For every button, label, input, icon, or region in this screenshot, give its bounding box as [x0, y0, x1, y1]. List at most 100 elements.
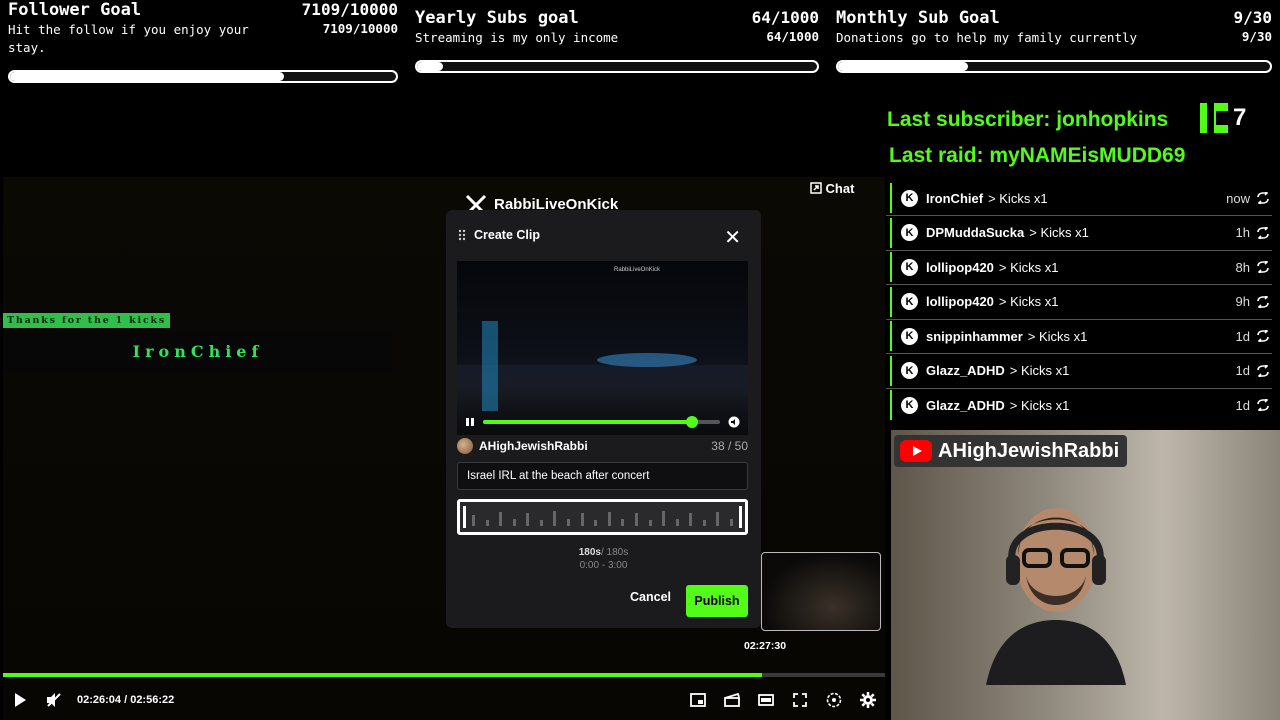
video-seek-bar[interactable] [3, 673, 885, 677]
monthly-sub-goal: Monthly Sub Goal 9/30 Donations go to he… [836, 0, 1272, 88]
webcam-feed [891, 430, 1280, 720]
kick-event-row: Ksnippinhammer > Kicks x1 1d [890, 321, 1276, 351]
event-user: IronChief [926, 190, 984, 206]
trim-start-handle[interactable] [463, 506, 466, 528]
clip-seek-knob[interactable] [685, 416, 698, 428]
streamer-silhouette [986, 508, 1126, 685]
chat-toggle-button[interactable]: Chat [802, 177, 862, 199]
cancel-button[interactable]: Cancel [630, 590, 671, 604]
kick-event-row: K IronChief > Kicks x1 now [890, 183, 1276, 213]
goal-count: 7109/10000 [301, 0, 398, 19]
clip-scene-light [482, 321, 498, 411]
clip-title-input[interactable] [457, 462, 748, 490]
kick-k-icon: K [901, 258, 918, 276]
replay-icon[interactable] [1256, 192, 1270, 204]
goal-progress-fill [417, 62, 443, 71]
event-user: snippinhammer [926, 328, 1023, 344]
clip-controls [457, 409, 748, 435]
replay-icon[interactable] [1256, 295, 1270, 308]
drag-handle-icon[interactable] [458, 229, 466, 241]
modal-title: Create Clip [474, 228, 540, 242]
event-divider [886, 318, 1272, 320]
event-divider [886, 353, 1272, 354]
kick-count: 7 [1233, 104, 1247, 131]
last-subscriber: Last subscriber: jonhopkins [887, 108, 1169, 131]
clip-button[interactable] [715, 684, 749, 716]
clip-duration: 180s/ 180s 0:00 - 3:00 [446, 546, 761, 572]
kick-k-icon: K [901, 327, 918, 345]
goal-title: Monthly Sub Goal [836, 8, 1000, 28]
goal-description: Hit the follow if you enjoy your stay. [8, 22, 249, 55]
avatar [457, 438, 473, 454]
goal-count-secondary: 9/30 [1241, 29, 1272, 44]
goal-title: Yearly Subs goal [415, 8, 579, 28]
clapperboard-icon [724, 693, 740, 707]
play-button[interactable] [3, 684, 37, 716]
kick-alert-tag: Thanks for the 1 kicks [3, 313, 171, 328]
event-kicks: > Kicks x1 [998, 294, 1059, 309]
event-time: 1h [1235, 225, 1250, 240]
clip-watermark: RabbiLiveOnKick [614, 267, 661, 273]
player-controls: 02:26:04 / 02:56:22 [3, 684, 885, 716]
play-icon [15, 693, 26, 707]
event-divider [886, 284, 1272, 285]
create-clip-modal: Create Clip ✕ RabbiLiveOnKick AHighJewis… [446, 210, 761, 628]
event-kicks: > Kicks x1 [1029, 225, 1089, 240]
yearly-subs-goal: Yearly Subs goal 64/1000 Streaming is my… [415, 0, 819, 88]
goal-description: Donations go to help my family currently [836, 30, 1138, 45]
fullscreen-button[interactable] [783, 684, 817, 716]
event-kicks: > Kicks x1 [1027, 328, 1088, 344]
event-user: lollipop420 [926, 294, 994, 309]
clip-seek-bar[interactable] [483, 416, 720, 428]
author-name: AHighJewishRabbi [479, 439, 588, 453]
chat-expand-icon [809, 182, 822, 194]
replay-icon[interactable] [1256, 330, 1270, 342]
settings-button[interactable] [851, 684, 885, 716]
event-kicks: > Kicks x1 [1009, 363, 1070, 378]
youtube-name: AHighJewishRabbi [938, 439, 1120, 462]
goal-count: 64/1000 [751, 8, 819, 27]
goal-count-secondary: 7109/10000 [322, 21, 398, 36]
clip-trimmer[interactable] [457, 499, 748, 535]
clip-author: AHighJewishRabbi 38 / 50 [457, 438, 748, 454]
clock-icon [826, 692, 842, 708]
theater-mode-button[interactable] [749, 684, 783, 716]
youtube-icon [900, 440, 932, 462]
kick-event-row: K Glazz_ADHD > Kicks x1 1d [890, 390, 1276, 420]
goal-progress-fill [838, 62, 968, 71]
event-kicks: > Kicks x1 [1009, 397, 1070, 413]
mute-button[interactable] [37, 684, 71, 716]
goal-progress-fill [10, 72, 285, 81]
kick-k-icon: K [901, 224, 918, 241]
replay-icon[interactable] [1256, 261, 1270, 273]
replay-icon[interactable] [1256, 226, 1270, 239]
youtube-badge: AHighJewishRabbi [894, 435, 1128, 467]
goal-progress-bar [8, 70, 398, 83]
event-time: 1d [1235, 363, 1250, 378]
event-user: lollipop420 [926, 259, 994, 275]
fullscreen-icon [793, 693, 807, 707]
video-seek-fill [3, 673, 763, 677]
kick-event-row: Klollipop420 > Kicks x1 8h [890, 252, 1276, 282]
trim-end-handle[interactable] [739, 506, 742, 528]
goal-description: Streaming is my only income [415, 30, 619, 45]
duration-range: 0:00 - 3:00 [579, 560, 628, 571]
miniplayer-button[interactable] [681, 684, 715, 716]
duration-current: 180s [578, 547, 601, 558]
clip-preview-video[interactable]: RabbiLiveOnKick [457, 261, 748, 435]
pause-icon[interactable] [465, 417, 475, 427]
modal-header: Create Clip [458, 228, 540, 242]
kick-alert-name: IronChief [3, 333, 393, 371]
volume-icon[interactable] [728, 416, 740, 428]
event-user: Glazz_ADHD [926, 397, 1005, 413]
replay-icon[interactable] [1256, 364, 1270, 377]
clip-scene-dome [597, 353, 697, 367]
trim-waveform [472, 508, 733, 526]
kick-logo-icon [1200, 103, 1228, 133]
replay-icon[interactable] [1256, 399, 1270, 411]
publish-button[interactable]: Publish [686, 585, 748, 617]
seek-thumbnail-preview [761, 552, 881, 631]
goal-progress-bar [836, 60, 1272, 73]
close-icon[interactable]: ✕ [724, 225, 741, 250]
latency-button[interactable] [817, 684, 851, 716]
